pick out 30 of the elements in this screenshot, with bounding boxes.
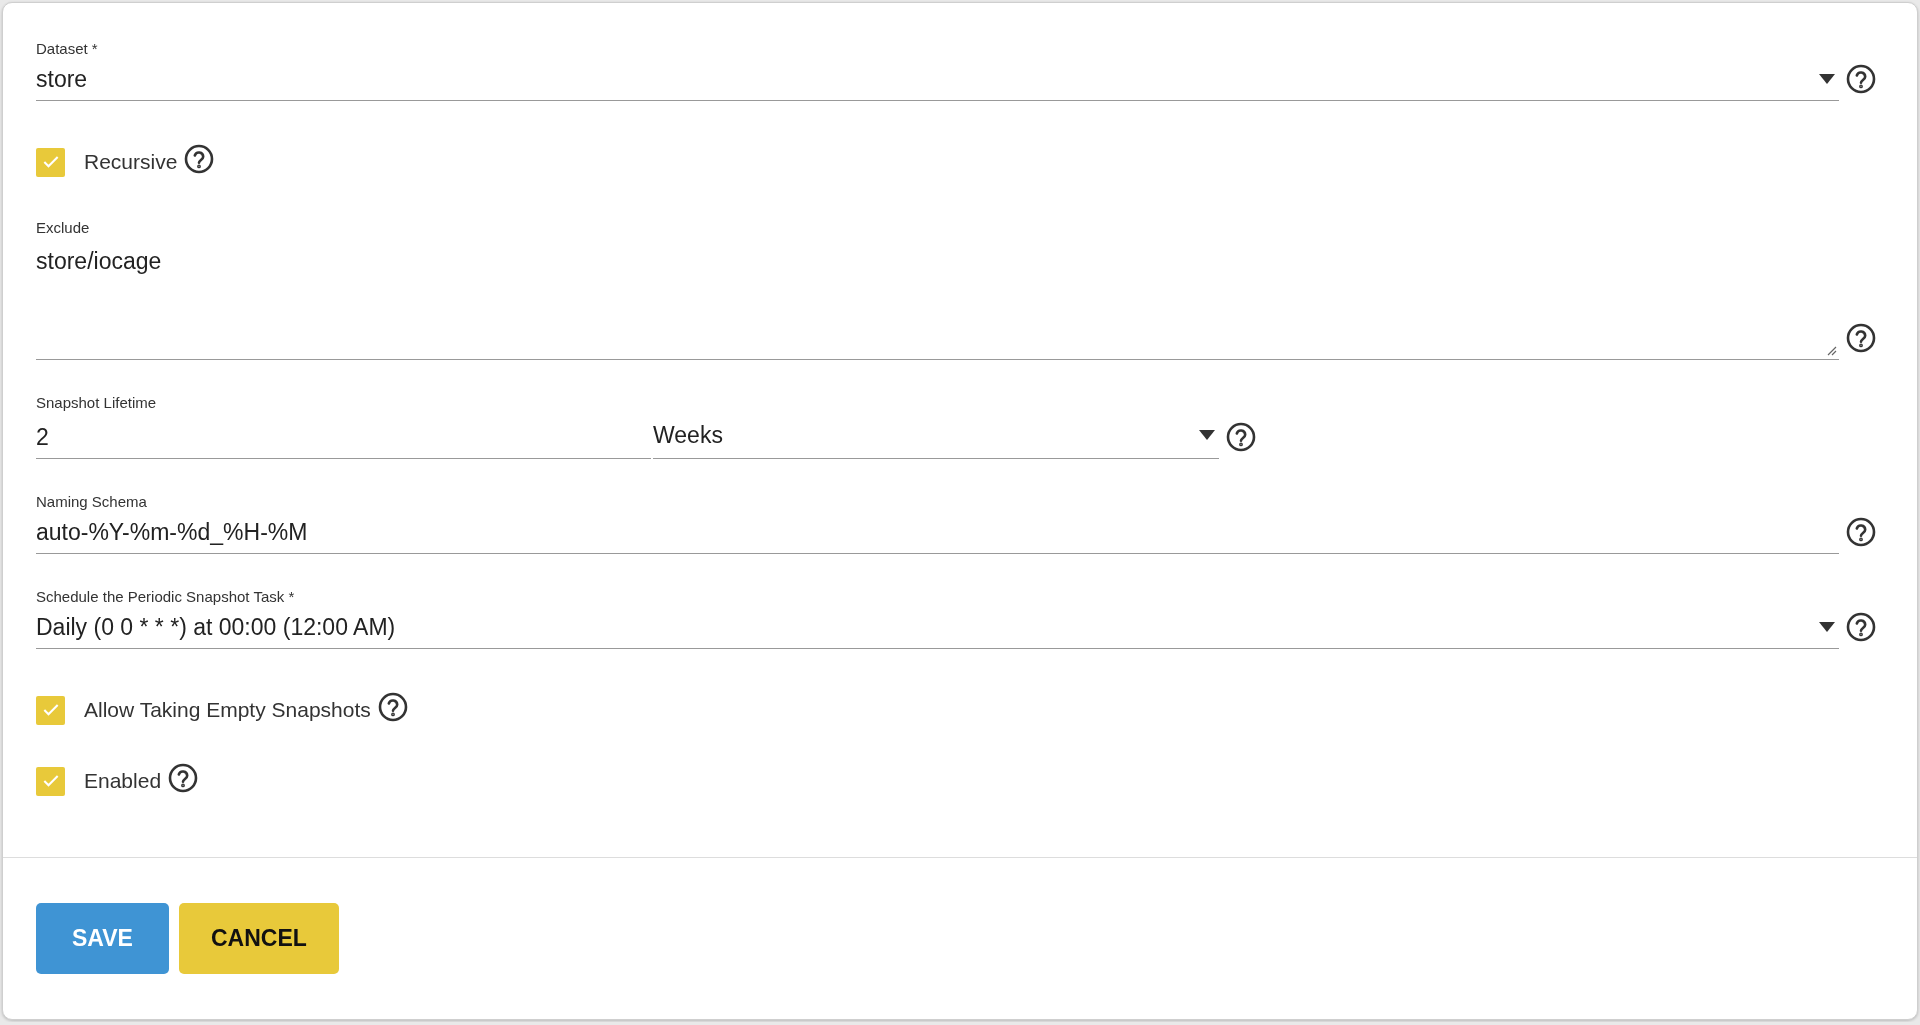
help-icon[interactable] <box>1845 516 1877 548</box>
textarea-field[interactable]: store/iocage <box>36 237 1839 369</box>
select-field[interactable]: store <box>36 65 1811 93</box>
field-label: Naming Schema <box>36 493 148 511</box>
text-field[interactable]: auto-%Y-%m-%d_%H-%M <box>36 518 1839 546</box>
checkbox[interactable] <box>36 147 65 177</box>
checkbox[interactable] <box>36 695 65 725</box>
resize-grip-icon[interactable] <box>1825 344 1837 356</box>
help-icon[interactable] <box>1845 611 1877 643</box>
help-icon[interactable] <box>167 762 200 794</box>
help-icon[interactable] <box>376 691 409 723</box>
help-icon[interactable] <box>1225 421 1257 453</box>
checkbox-label: Recursive <box>84 150 178 174</box>
select-field[interactable]: Weeks <box>653 421 1191 449</box>
help-icon[interactable] <box>183 143 216 175</box>
checkbox[interactable] <box>36 766 65 796</box>
help-icon[interactable] <box>1845 322 1877 354</box>
field-label: Exclude <box>36 219 91 237</box>
select-field[interactable]: Daily (0 0 * * *) at 00:00 (12:00 AM) <box>36 613 1811 641</box>
help-icon[interactable] <box>1845 63 1877 95</box>
field-label: Snapshot Lifetime <box>36 394 158 412</box>
dropdown-caret-icon <box>1819 622 1835 632</box>
text-field[interactable]: 2 <box>36 423 651 451</box>
field-label: Schedule the Periodic Snapshot Task * <box>36 588 296 606</box>
cancel-button[interactable]: CANCEL <box>178 903 339 974</box>
dropdown-caret-icon <box>1199 430 1215 440</box>
field-label: Dataset * <box>36 40 99 58</box>
checkbox-label: Enabled <box>84 769 162 793</box>
dropdown-caret-icon <box>1819 74 1835 84</box>
checkbox-label: Allow Taking Empty Snapshots <box>84 698 371 722</box>
